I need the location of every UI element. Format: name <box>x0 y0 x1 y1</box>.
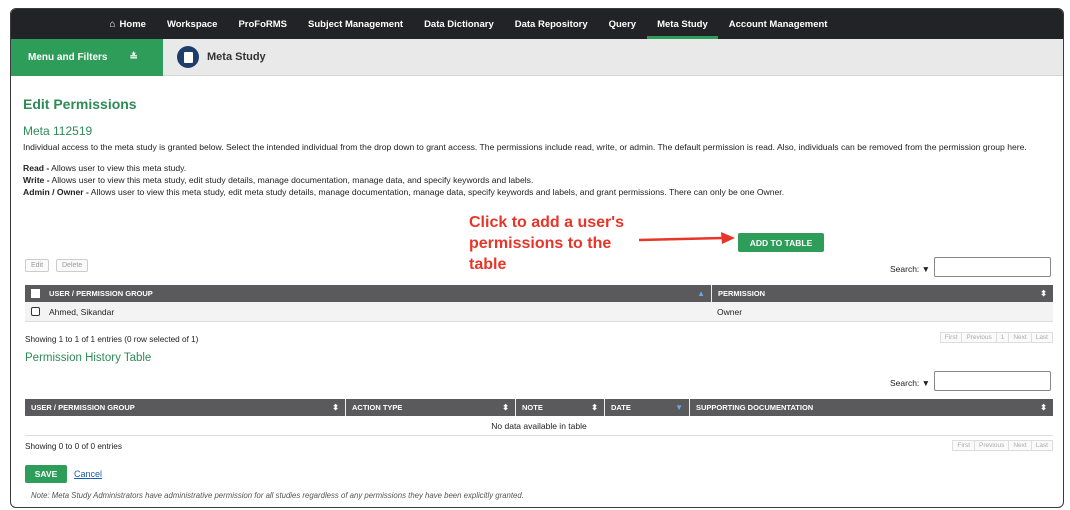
pager-first[interactable]: First <box>939 332 963 343</box>
table-header: USER / PERMISSION GROUP ▲ PERMISSION ⬍ <box>25 285 1053 302</box>
pager-previous[interactable]: Previous <box>961 332 997 343</box>
perm-admin: Admin / Owner - Allows user to view this… <box>23 187 785 197</box>
double-chevron-down-icon: ≛ <box>129 51 138 63</box>
search-label[interactable]: Search: ▼ <box>890 264 930 274</box>
page-title: Edit Permissions <box>23 96 137 112</box>
sort-desc-icon: ▼ <box>675 403 683 412</box>
pager-previous[interactable]: Previous <box>974 440 1010 451</box>
main-content: Edit Permissions Meta 112519 Individual … <box>11 96 1063 198</box>
history-table-info: Showing 0 to 0 of 0 entries <box>25 442 122 451</box>
nav-meta-study[interactable]: Meta Study <box>646 9 719 39</box>
col-permission[interactable]: PERMISSION ⬍ <box>711 285 1053 302</box>
pager-last[interactable]: Last <box>1030 332 1053 343</box>
empty-row: No data available in table <box>25 416 1053 436</box>
history-table-title: Permission History Table <box>25 352 152 364</box>
history-search-input[interactable] <box>934 371 1051 391</box>
menu-and-filters-toggle[interactable]: Menu and Filters ≛ <box>11 38 163 76</box>
sort-icon: ⬍ <box>1040 289 1047 298</box>
table-row[interactable]: Ahmed, Sikandar Owner <box>25 302 1053 322</box>
pager-last[interactable]: Last <box>1030 440 1053 451</box>
admin-note: Note: Meta Study Administrators have adm… <box>31 491 524 500</box>
annotation-callout: Click to add a user's permissions to the… <box>469 214 624 273</box>
permission-definitions: Read - Allows user to view this meta stu… <box>23 162 1051 198</box>
sort-icon: ⬍ <box>1040 403 1047 412</box>
edit-button[interactable]: Edit <box>25 259 50 272</box>
sort-icon: ⬍ <box>332 403 339 412</box>
sort-icon: ⬍ <box>502 403 509 412</box>
nav-data-dictionary[interactable]: Data Dictionary <box>414 9 505 39</box>
perm-table-pager: First Previous 1 Next Last <box>939 332 1053 343</box>
nav-home[interactable]: ⌂ Home <box>99 9 156 39</box>
delete-button[interactable]: Delete <box>56 259 89 272</box>
nav-proforms[interactable]: ProFoRMS <box>228 9 298 39</box>
meta-study-icon <box>177 46 199 68</box>
add-to-table-button[interactable]: ADD TO TABLE <box>738 233 824 252</box>
meta-study-name: Meta 112519 <box>23 124 93 138</box>
nav-query[interactable]: Query <box>598 9 646 39</box>
col-date[interactable]: DATE ▼ <box>604 399 689 416</box>
caret-down-icon: ▼ <box>921 378 931 388</box>
history-table-header: USER / PERMISSION GROUP ⬍ ACTION TYPE ⬍ NO… <box>25 399 1053 416</box>
nav-account-management[interactable]: Account Management <box>718 9 838 39</box>
pager-next[interactable]: Next <box>1008 332 1032 343</box>
pager-page-1[interactable]: 1 <box>995 332 1010 343</box>
col-user-permission-group[interactable]: USER / PERMISSION GROUP ▲ <box>43 285 711 302</box>
col-supporting-documentation[interactable]: SUPPORTING DOCUMENTATION ⬍ <box>689 399 1053 416</box>
annotation-arrow-icon <box>638 232 735 244</box>
history-search-label[interactable]: Search: ▼ <box>890 378 930 388</box>
permissions-table: USER / PERMISSION GROUP ▲ PERMISSION ⬍ Ahm… <box>25 285 1053 322</box>
nav-workspace[interactable]: Workspace <box>156 9 228 39</box>
row-checkbox[interactable] <box>31 307 40 316</box>
sub-header: Menu and Filters ≛ Meta Study <box>11 38 1063 76</box>
save-button[interactable]: SAVE <box>25 465 67 483</box>
col-action-type[interactable]: ACTION TYPE ⬍ <box>345 399 515 416</box>
pager-next[interactable]: Next <box>1008 440 1032 451</box>
app-window: ⌂ Home Workspace ProFoRMS Subject Managem… <box>10 8 1064 508</box>
caret-down-icon: ▼ <box>921 264 931 274</box>
perm-read: Read - Allows user to view this meta stu… <box>23 163 187 173</box>
pager-first[interactable]: First <box>952 440 976 451</box>
top-navigation: ⌂ Home Workspace ProFoRMS Subject Managem… <box>11 9 1063 39</box>
nav-subject-management[interactable]: Subject Management <box>298 9 414 39</box>
search-input[interactable] <box>934 257 1051 277</box>
perm-table-info: Showing 1 to 1 of 1 entries (0 row selec… <box>25 335 199 344</box>
col-note[interactable]: NOTE ⬍ <box>515 399 604 416</box>
perm-write: Write - Allows user to view this meta st… <box>23 175 534 185</box>
nav-data-repository[interactable]: Data Repository <box>504 9 598 39</box>
access-description: Individual access to the meta study is g… <box>23 142 1027 152</box>
history-table-pager: First Previous Next Last <box>952 440 1053 451</box>
history-table: USER / PERMISSION GROUP ⬍ ACTION TYPE ⬍ NO… <box>25 399 1053 436</box>
row-permission: Owner <box>717 306 743 317</box>
home-icon: ⌂ <box>109 18 116 30</box>
cancel-link[interactable]: Cancel <box>74 469 102 479</box>
section-title: Meta Study <box>207 51 266 63</box>
sort-icon: ⬍ <box>591 403 598 412</box>
col-history-user[interactable]: USER / PERMISSION GROUP ⬍ <box>25 399 345 416</box>
sort-asc-icon: ▲ <box>697 289 705 298</box>
select-all-checkbox[interactable] <box>25 285 43 302</box>
row-user: Ahmed, Sikandar <box>49 306 115 317</box>
